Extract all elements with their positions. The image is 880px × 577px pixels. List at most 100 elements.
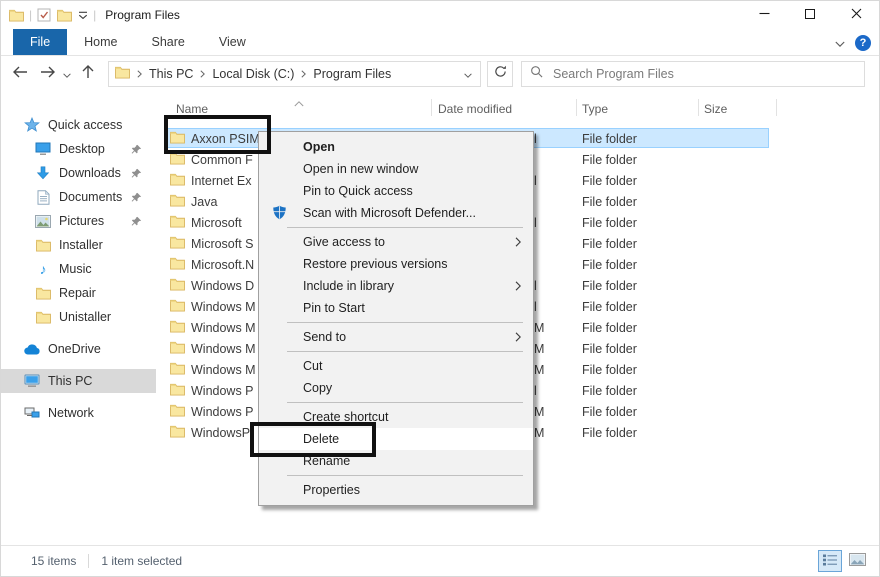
sidebar-item[interactable]: Quick access xyxy=(1,113,156,137)
context-menu-item[interactable]: Pin to Start xyxy=(259,297,533,319)
context-menu-item-label: Pin to Quick access xyxy=(303,184,413,198)
column-header-name[interactable]: Name xyxy=(176,102,208,116)
pin-icon[interactable] xyxy=(131,192,142,203)
context-menu-item[interactable]: Open xyxy=(259,136,533,158)
quick-access-star-icon xyxy=(23,117,41,133)
sidebar-item[interactable]: OneDrive xyxy=(1,337,156,361)
quick-access-toolbar-chevron-icon[interactable] xyxy=(78,11,88,20)
folder-icon xyxy=(170,425,185,441)
date-modified-fragment: l xyxy=(534,299,537,314)
file-name-cell: Windows M xyxy=(170,317,256,338)
folder-icon xyxy=(170,215,185,231)
properties-shortcut-icon[interactable] xyxy=(37,8,51,22)
breadcrumb-segment[interactable]: Program Files xyxy=(294,67,391,81)
sidebar-item[interactable]: Repair xyxy=(1,281,156,305)
ribbon-tabs: File Home Share View xyxy=(1,29,879,56)
close-button[interactable] xyxy=(833,1,879,29)
pin-icon[interactable] xyxy=(131,144,142,155)
context-menu-item[interactable]: Pin to Quick access xyxy=(259,180,533,202)
context-menu-item[interactable]: Cut xyxy=(259,355,533,377)
column-divider[interactable] xyxy=(576,99,577,116)
sidebar-item[interactable]: Pictures xyxy=(1,209,156,233)
sidebar-item[interactable]: Network xyxy=(1,401,156,425)
file-name-label: Axxon PSIM xyxy=(191,131,260,146)
column-header-type[interactable]: Type xyxy=(582,102,608,116)
ribbon-tab[interactable]: View xyxy=(202,29,263,55)
pin-icon[interactable] xyxy=(131,168,142,179)
ribbon-tab-label: View xyxy=(218,35,246,49)
sidebar-item-label: Music xyxy=(59,262,92,276)
sidebar-item[interactable]: Unistaller xyxy=(1,305,156,329)
context-menu-item-label: Open xyxy=(303,140,335,154)
ribbon-tab[interactable]: Home xyxy=(67,29,134,55)
file-name-label: Windows M xyxy=(191,341,256,356)
pin-icon[interactable] xyxy=(131,216,142,227)
chevron-right-icon xyxy=(200,70,206,78)
recent-locations-button[interactable] xyxy=(59,64,75,84)
column-divider[interactable] xyxy=(776,99,777,116)
titlebar: | | Program Files xyxy=(1,1,879,29)
column-header-size[interactable]: Size xyxy=(704,102,727,116)
maximize-button[interactable] xyxy=(787,1,833,29)
column-divider[interactable] xyxy=(698,99,699,116)
context-menu-item[interactable]: Scan with Microsoft Defender... xyxy=(259,202,533,224)
context-menu-item[interactable]: Create shortcut xyxy=(259,406,533,428)
context-menu-item[interactable]: Copy xyxy=(259,377,533,399)
chevron-right-icon xyxy=(515,281,521,291)
sidebar-item-label: Unistaller xyxy=(59,310,112,324)
new-folder-shortcut-icon[interactable] xyxy=(57,9,73,22)
context-menu-item[interactable]: Send to xyxy=(259,326,533,348)
ribbon-tab[interactable]: File xyxy=(13,29,68,55)
file-type-label: File folder xyxy=(582,215,637,230)
date-modified-fragment: l xyxy=(534,131,537,146)
sidebar-item-label: Desktop xyxy=(59,142,105,156)
context-menu-item[interactable]: Properties xyxy=(259,479,533,501)
folder-icon xyxy=(34,311,52,324)
search-box xyxy=(521,61,865,87)
context-menu-item[interactable]: Open in new window xyxy=(259,158,533,180)
folder-icon xyxy=(170,131,185,147)
file-type-label: File folder xyxy=(582,404,637,419)
downloads-icon xyxy=(34,166,52,180)
up-button[interactable] xyxy=(77,64,99,84)
forward-button[interactable] xyxy=(37,64,59,84)
column-header-date-modified[interactable]: Date modified xyxy=(438,102,512,116)
date-modified-fragment xyxy=(534,191,546,212)
back-button[interactable] xyxy=(9,64,31,84)
context-menu-item[interactable]: Give access to xyxy=(259,231,533,253)
sidebar-item[interactable]: ♪ Music xyxy=(1,257,156,281)
context-menu-item[interactable]: Restore previous versions xyxy=(259,253,533,275)
sidebar-item[interactable]: This PC xyxy=(1,369,156,393)
maximize-icon xyxy=(805,6,815,24)
ribbon-tab-label: Home xyxy=(84,35,118,49)
breadcrumb-segment[interactable]: This PC xyxy=(130,67,193,81)
refresh-button[interactable] xyxy=(487,61,513,87)
address-dropdown-button[interactable] xyxy=(464,67,474,81)
ribbon-tab-label: Share xyxy=(151,35,185,49)
column-divider[interactable] xyxy=(431,99,432,116)
context-menu-item[interactable]: Include in library xyxy=(259,275,533,297)
chevron-right-icon xyxy=(301,70,307,78)
context-menu-item[interactable]: Delete xyxy=(259,428,533,450)
context-menu-item-label: Create shortcut xyxy=(303,410,389,424)
breadcrumb-segment[interactable]: Local Disk (C:) xyxy=(193,67,294,81)
thumbnail-view-button[interactable] xyxy=(845,550,869,572)
details-view-button[interactable] xyxy=(818,550,842,572)
help-button[interactable]: ? xyxy=(855,34,871,51)
expand-ribbon-chevron-icon[interactable] xyxy=(835,34,845,52)
onedrive-icon xyxy=(23,343,41,355)
sidebar-item-label: Pictures xyxy=(59,214,105,228)
help-icon: ? xyxy=(855,34,871,51)
search-input[interactable] xyxy=(551,66,856,82)
context-menu-item[interactable]: Rename xyxy=(259,450,533,472)
sidebar-item[interactable]: Downloads xyxy=(1,161,156,185)
ribbon-tab[interactable]: Share xyxy=(135,29,202,55)
file-name-cell: Java xyxy=(170,191,217,212)
minimize-button[interactable] xyxy=(741,1,787,29)
sidebar-item[interactable]: Desktop xyxy=(1,137,156,161)
file-name-label: Microsoft xyxy=(191,215,242,230)
folder-icon xyxy=(34,287,52,300)
sidebar-item[interactable]: Installer xyxy=(1,233,156,257)
sidebar-item[interactable]: Documents xyxy=(1,185,156,209)
column-headers: Name Date modified Type Size xyxy=(156,95,879,121)
